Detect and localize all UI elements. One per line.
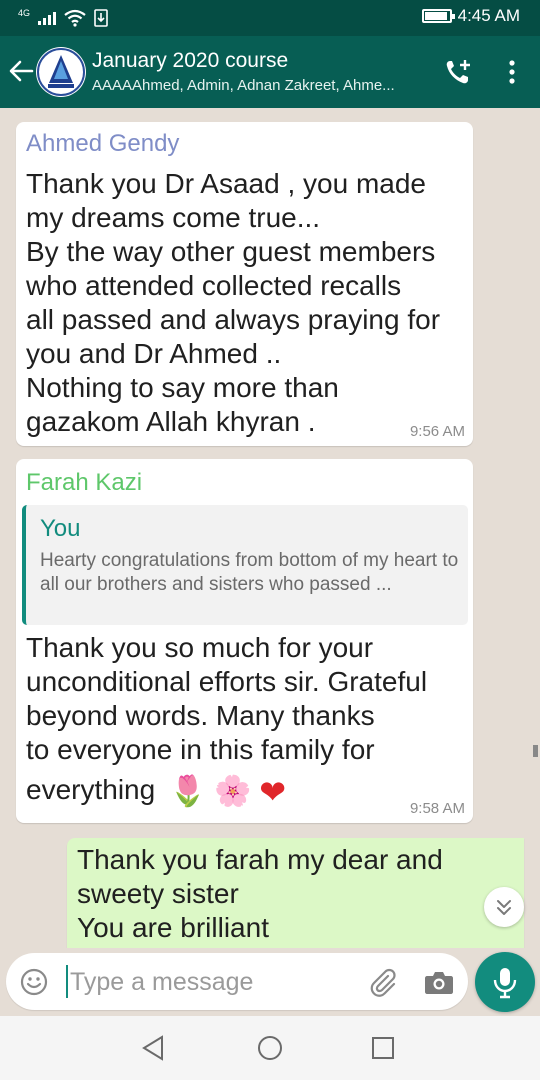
message-bubble-outgoing[interactable]: Thank you farah my dear and sweety siste… (67, 838, 524, 948)
message-line: everything (26, 774, 156, 805)
message-line: Thank you so much for your (26, 632, 374, 663)
message-text: Thank you so much for your unconditional… (26, 631, 427, 813)
status-icons-left: 4G (18, 6, 108, 30)
sender-name[interactable]: Farah Kazi (26, 469, 142, 497)
message-text: Thank you farah my dear and sweety siste… (77, 843, 443, 945)
message-line: Thank you farah my dear and (77, 844, 443, 875)
chat-title-area[interactable]: January 2020 course AAAAAhmed, Admin, Ad… (92, 48, 422, 96)
quote-text: Hearty congratulations from bottom of my… (40, 550, 459, 595)
message-line: you and Dr Ahmed .. (26, 338, 282, 369)
status-time: 4:45 AM (457, 6, 520, 25)
message-line: unconditional efforts sir. Grateful (26, 666, 428, 697)
message-line: beyond words. Many thanks (26, 700, 375, 731)
message-line: who attended collected recalls (26, 270, 402, 301)
message-line: all passed and always praying for (26, 304, 441, 335)
scroll-to-bottom-button[interactable] (484, 887, 524, 927)
message-list[interactable]: Ahmed Gendy Thank you Dr Asaad , you mad… (0, 108, 540, 948)
nav-recent-apps-icon[interactable] (371, 1036, 395, 1060)
status-icons-right: 4:45 AM (421, 6, 520, 26)
quote-author: You (40, 515, 81, 542)
status-bar: 4G 4:45 AM (0, 0, 540, 36)
message-line: You are brilliant (77, 912, 269, 943)
sender-name[interactable]: Ahmed Gendy (26, 130, 179, 158)
battery-icon (421, 9, 455, 23)
overflow-menu-icon[interactable] (500, 58, 524, 86)
chat-title: January 2020 course (92, 49, 289, 72)
network-type: 4G (18, 8, 31, 18)
message-text: Thank you Dr Asaad , you made my dreams … (26, 167, 440, 439)
tulip-emoji: 🌷 (168, 774, 207, 808)
group-logo-icon (37, 48, 85, 96)
paperclip-icon[interactable] (368, 967, 398, 997)
message-line: my dreams come true... (26, 202, 321, 233)
back-arrow-icon[interactable] (8, 58, 34, 84)
nav-home-icon[interactable] (257, 1035, 283, 1061)
message-line: sweety sister (77, 878, 239, 909)
chat-participants: AAAAAhmed, Admin, Adnan Zakreet, Ahme... (92, 77, 395, 94)
download-notification-icon (94, 9, 108, 27)
group-avatar[interactable] (36, 47, 86, 97)
message-line: By the way other guest members (26, 236, 436, 267)
text-cursor (66, 965, 68, 998)
message-composer (6, 953, 468, 1010)
camera-icon[interactable] (424, 969, 454, 995)
nav-back-icon[interactable] (140, 1034, 168, 1062)
message-line: gazakom Allah khyran . (26, 406, 316, 437)
cherry-blossom-emoji: 🌸 (214, 774, 252, 808)
message-time: 9:58 AM (409, 800, 465, 817)
red-heart-emoji: ❤ (259, 773, 287, 810)
microphone-icon (493, 968, 517, 999)
add-call-icon[interactable] (444, 58, 472, 86)
system-navigation-bar (0, 1016, 540, 1080)
message-line: to everyone in this family for (26, 734, 375, 765)
wifi-icon (64, 9, 86, 27)
emoji-icon[interactable] (20, 968, 48, 996)
message-bubble-incoming[interactable]: Farah Kazi You Hearty congratulations fr… (16, 459, 473, 823)
double-chevron-down-icon (497, 900, 511, 915)
signal-icon (38, 11, 57, 25)
voice-record-button[interactable] (475, 952, 535, 1012)
chat-header: January 2020 course AAAAAhmed, Admin, Ad… (0, 36, 540, 108)
scroll-indicator[interactable] (533, 745, 538, 757)
message-input[interactable] (70, 963, 360, 1001)
message-time: 9:56 AM (409, 423, 465, 440)
message-line: Thank you Dr Asaad , you made (26, 168, 426, 199)
quoted-message[interactable]: You Hearty congratulations from bottom o… (22, 505, 468, 625)
message-line-emoji: everything 🌷 🌸 ❤ (26, 767, 427, 813)
message-line: Nothing to say more than (26, 372, 339, 403)
message-bubble-incoming[interactable]: Ahmed Gendy Thank you Dr Asaad , you mad… (16, 122, 473, 446)
